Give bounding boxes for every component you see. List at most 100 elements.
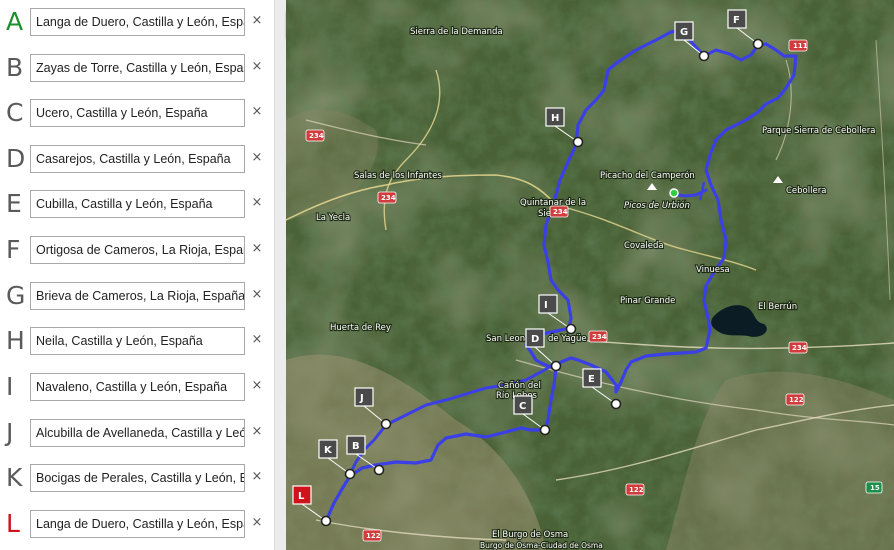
svg-text:15: 15 — [870, 484, 880, 492]
waypoint-letter: F — [6, 235, 21, 264]
svg-text:234: 234 — [792, 344, 807, 352]
waypoint-letter: E — [6, 189, 22, 218]
road-badge: 234 — [377, 191, 397, 204]
map-label: Vinuesa — [696, 265, 730, 275]
map-label: Huerta de Rey — [330, 323, 391, 333]
waypoint-marker-label: D — [531, 334, 539, 345]
waypoint-row: G Brieva de Cameros, La Rioja, España × — [0, 280, 274, 314]
waypoint-input[interactable]: Alcubilla de Avellaneda, Castilla y León… — [30, 419, 245, 447]
waypoint-input[interactable]: Zayas de Torre, Castilla y León, España — [30, 54, 245, 82]
svg-text:234: 234 — [553, 208, 568, 216]
map-label: El Burgo de Osma — [492, 530, 568, 540]
waypoint-input[interactable]: Cubilla, Castilla y León, España — [30, 190, 245, 218]
waypoint-marker-label: C — [519, 401, 526, 412]
waypoint-row: E Cubilla, Castilla y León, España × — [0, 188, 274, 222]
waypoint-row: C Ucero, Castilla y León, España × — [0, 97, 274, 131]
waypoint-input[interactable]: Langa de Duero, Castilla y León, España — [30, 8, 245, 36]
waypoint-row: J Alcubilla de Avellaneda, Castilla y Leó… — [0, 417, 274, 451]
road-badge: 234 — [588, 330, 608, 343]
remove-waypoint-icon[interactable]: × — [250, 376, 264, 396]
waypoint-marker-label: G — [680, 27, 688, 38]
waypoint-input[interactable]: Neila, Castilla y León, España — [30, 327, 245, 355]
remove-waypoint-icon[interactable]: × — [250, 467, 264, 487]
remove-waypoint-icon[interactable]: × — [250, 422, 264, 442]
waypoint-pin[interactable] — [539, 424, 551, 436]
remove-waypoint-icon[interactable]: × — [250, 513, 264, 533]
map-label: Cebollera — [786, 186, 826, 196]
waypoint-input[interactable]: Langa de Duero, Castilla y León, España — [30, 510, 245, 538]
waypoint-input[interactable]: Ortigosa de Cameros, La Rioja, España — [30, 236, 245, 264]
map-label: El Berrún — [758, 302, 797, 312]
waypoint-marker-label: I — [544, 300, 548, 311]
svg-text:234: 234 — [592, 333, 607, 341]
waypoint-pin[interactable] — [373, 464, 385, 476]
waypoint-marker-label: B — [352, 441, 360, 452]
road-badge: 15 — [865, 481, 883, 494]
road-badge: 122 — [785, 393, 805, 406]
waypoint-letter: I — [6, 372, 14, 401]
svg-text:122: 122 — [789, 396, 804, 404]
road-badge: 122 — [362, 529, 382, 542]
map-label: Parque Sierra de Cebollera — [762, 126, 876, 136]
waypoint-input[interactable]: Bocigas de Perales, Castilla y León, Esp… — [30, 464, 245, 492]
svg-text:234: 234 — [309, 132, 324, 140]
waypoint-row: I Navaleno, Castilla y León, España × — [0, 371, 274, 405]
waypoint-letter: L — [6, 509, 20, 538]
svg-text:122: 122 — [366, 532, 381, 540]
waypoint-input[interactable]: Ucero, Castilla y León, España — [30, 99, 245, 127]
waypoint-row: F Ortigosa de Cameros, La Rioja, España × — [0, 234, 274, 268]
remove-waypoint-icon[interactable]: × — [250, 102, 264, 122]
waypoint-pin[interactable] — [572, 136, 584, 148]
waypoint-pin[interactable] — [380, 418, 392, 430]
waypoint-input[interactable]: Navaleno, Castilla y León, España — [30, 373, 245, 401]
waypoint-marker-label: K — [324, 445, 333, 456]
waypoint-row: H Neila, Castilla y León, España × — [0, 325, 274, 359]
waypoint-row: L Langa de Duero, Castilla y León, España… — [0, 508, 274, 542]
location-dot — [669, 188, 679, 198]
waypoint-letter: H — [6, 326, 25, 355]
waypoint-pin[interactable] — [610, 398, 622, 410]
waypoint-marker-label: H — [551, 113, 559, 124]
waypoint-letter: D — [6, 144, 26, 173]
waypoint-pin[interactable] — [344, 468, 356, 480]
waypoint-letter: G — [6, 281, 26, 310]
waypoint-row: D Casarejos, Castilla y León, España × — [0, 143, 274, 177]
waypoint-letter: C — [6, 98, 24, 127]
waypoint-marker-label: L — [298, 491, 305, 502]
satellite-map[interactable]: Sierra de la Demanda Salas de los Infant… — [286, 0, 894, 550]
waypoint-row: KBocigas de Perales, Castilla y León, Es… — [0, 462, 274, 496]
waypoint-pin[interactable] — [550, 360, 562, 372]
road-badge: 234 — [788, 341, 808, 354]
remove-waypoint-icon[interactable]: × — [250, 148, 264, 168]
waypoint-marker-label: J — [359, 393, 364, 404]
map-label: Covaleda — [624, 241, 664, 251]
svg-text:234: 234 — [381, 194, 396, 202]
remove-waypoint-icon[interactable]: × — [250, 285, 264, 305]
map-label: Picos de Urbión — [624, 200, 690, 211]
map-label: Burgo de Osma-Ciudad de Osma — [480, 541, 603, 550]
remove-waypoint-icon[interactable]: × — [250, 193, 264, 213]
map-label: Pinar Grande — [620, 296, 675, 306]
waypoint-pin[interactable] — [320, 515, 332, 527]
waypoint-letter: A — [6, 7, 24, 36]
remove-waypoint-icon[interactable]: × — [250, 11, 264, 31]
map-label: San Leon — [486, 334, 525, 344]
remove-waypoint-icon[interactable]: × — [250, 57, 264, 77]
map-label: La Yecla — [316, 213, 350, 223]
road-badge: 234 — [305, 129, 325, 142]
map-label: Picacho del Camperón — [600, 170, 695, 181]
waypoint-input[interactable]: Casarejos, Castilla y León, España — [30, 145, 245, 173]
svg-text:111: 111 — [793, 42, 808, 50]
waypoint-pin[interactable] — [565, 323, 577, 335]
waypoint-input[interactable]: Brieva de Cameros, La Rioja, España — [30, 282, 245, 310]
remove-waypoint-icon[interactable]: × — [250, 330, 264, 350]
panel-divider[interactable] — [274, 0, 286, 550]
remove-waypoint-icon[interactable]: × — [250, 239, 264, 259]
waypoint-marker-label: E — [588, 374, 595, 385]
map-label: Sierra de la Demanda — [410, 27, 503, 37]
waypoint-pin[interactable] — [752, 38, 764, 50]
road-badge: 122 — [625, 483, 645, 496]
map-label: Cañón del — [498, 380, 541, 391]
road-badge: 234 — [549, 205, 569, 218]
waypoint-pin[interactable] — [698, 50, 710, 62]
